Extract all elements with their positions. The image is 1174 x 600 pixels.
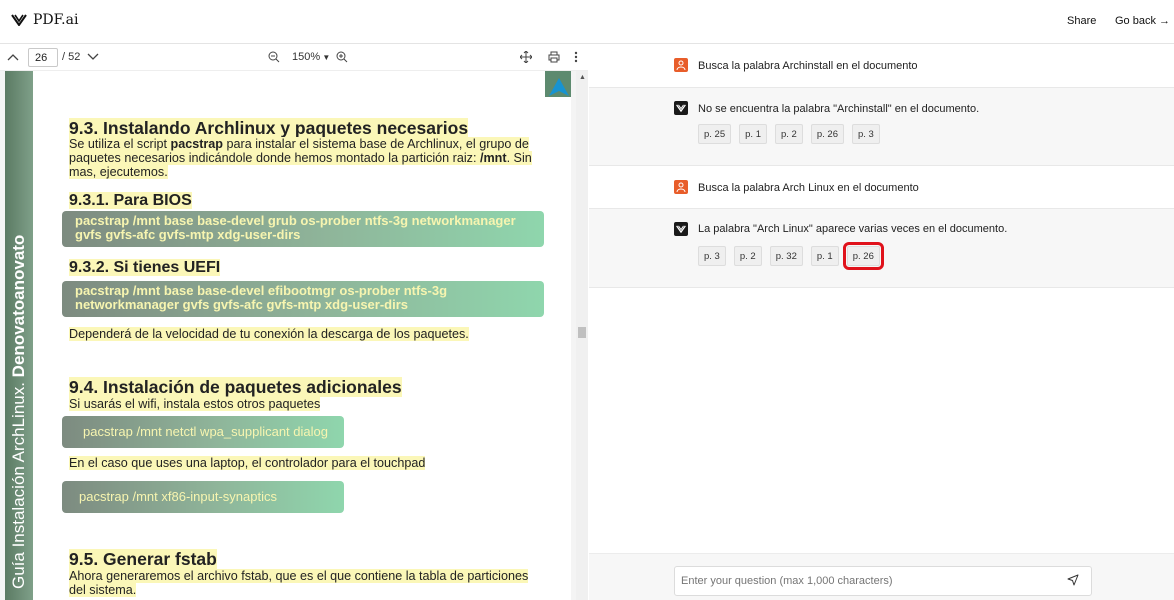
chat-message-ai-2: La palabra "Arch Linux" aparece varias v…: [589, 209, 1174, 288]
chevron-up-icon: [7, 54, 19, 61]
chat-message-user-1: Busca la palabra Archinstall en el docum…: [589, 44, 1174, 88]
pdfai-logo-icon: [11, 14, 27, 26]
paragraph-speed-text: Dependerá de la velocidad de tu conexión…: [69, 327, 469, 341]
page-reference-pill[interactable]: p. 1: [810, 246, 839, 266]
heading-9-3-1-text: 9.3.1. Para BIOS: [69, 192, 192, 209]
logo[interactable]: PDF.ai: [11, 12, 78, 28]
print-icon: [548, 51, 560, 63]
paragraph-fstab: Ahora generaremos el archivo fstab, que …: [69, 569, 537, 597]
paragraph-laptop-text: En el caso que uses una laptop, el contr…: [69, 456, 426, 470]
next-page-button[interactable]: [85, 49, 101, 65]
code-block-wifi: pacstrap /mnt netctl wpa_supplicant dial…: [62, 416, 344, 448]
page-reference-pill[interactable]: p. 26: [810, 124, 844, 144]
message-text: Busca la palabra Archinstall en el docum…: [698, 60, 918, 72]
ai-avatar: [674, 101, 688, 115]
ai-avatar: [674, 222, 688, 236]
print-button[interactable]: [546, 49, 562, 65]
paragraph-9-3-text: Se utiliza el script pacstrap para insta…: [69, 137, 532, 179]
scroll-thumb[interactable]: [578, 327, 586, 338]
paragraph-9-3: Se utiliza el script pacstrap para insta…: [69, 137, 537, 179]
paragraph-wifi: Si usarás el wifi, instala estos otros p…: [69, 397, 539, 411]
pdfai-logo-icon: [676, 104, 686, 112]
message-text: La palabra "Arch Linux" aparece varias v…: [698, 223, 1008, 235]
code-block-touchpad: pacstrap /mnt xf86-input-synaptics: [62, 481, 344, 513]
pdf-page: Guía Instalación ArchLinux. Denovatoanov…: [5, 71, 571, 600]
side-text-regular: Guía Instalación ArchLinux.: [9, 377, 28, 589]
zoom-out-icon: [268, 51, 280, 63]
zoom-in-button[interactable]: [334, 49, 350, 65]
more-options-button[interactable]: [568, 49, 584, 65]
page-reference-pill[interactable]: p. 2: [733, 246, 762, 266]
share-button[interactable]: Share: [1067, 15, 1096, 27]
p93-a: Se utiliza el script: [69, 137, 171, 151]
heading-9-3: 9.3. Instalando Archlinux y paquetes nec…: [69, 118, 469, 139]
move-icon: [520, 51, 532, 63]
page-reference-pill[interactable]: p. 3: [852, 124, 880, 144]
scroll-up-icon[interactable]: ▲: [579, 74, 586, 81]
heading-9-3-1: 9.3.1. Para BIOS: [69, 192, 192, 210]
paragraph-laptop: En el caso que uses una laptop, el contr…: [69, 456, 539, 470]
page-references: p. 25 p. 1 p. 2 p. 26 p. 3: [698, 124, 880, 144]
heading-9-4: 9.4. Instalación de paquetes adicionales: [69, 377, 402, 398]
paragraph-speed: Dependerá de la velocidad de tu conexión…: [69, 327, 539, 341]
page-reference-pill[interactable]: p. 25: [698, 124, 732, 144]
code-block-uefi: pacstrap /mnt base base-devel efibootmgr…: [62, 281, 544, 317]
heading-9-3-text: 9.3. Instalando Archlinux y paquetes nec…: [69, 118, 469, 138]
zoom-value: 150%: [292, 51, 321, 63]
heading-9-3-2-text: 9.3.2. Si tienes UEFI: [69, 259, 221, 276]
side-text-wrap: Guía Instalación ArchLinux. Denovatoanov…: [7, 74, 31, 594]
side-text: Guía Instalación ArchLinux. Denovatoanov…: [9, 71, 29, 589]
pan-tool-button[interactable]: [518, 49, 534, 65]
send-button[interactable]: [1067, 573, 1079, 591]
zoom-out-button[interactable]: [266, 49, 282, 65]
more-vertical-icon: [574, 51, 578, 63]
pdf-viewer: / 52 150% ▼ Guía Instalación ArchLinux. …: [0, 44, 588, 600]
pdfai-logo-icon: [676, 225, 686, 233]
logo-text: PDF.ai: [33, 12, 79, 28]
arch-linux-icon: [548, 78, 569, 96]
page-reference-pill-highlighted[interactable]: p. 26: [842, 242, 884, 270]
heading-9-5: 9.5. Generar fstab: [69, 549, 217, 570]
arch-logo: [545, 71, 571, 97]
paragraph-wifi-text: Si usarás el wifi, instala estos otros p…: [69, 397, 321, 411]
viewer-toolbar: / 52 150% ▼: [0, 44, 588, 71]
chevron-down-icon: [87, 53, 99, 60]
message-text: Busca la palabra Arch Linux en el docume…: [698, 182, 919, 194]
caret-down-icon: ▼: [320, 53, 331, 62]
page-reference-pill[interactable]: p. 3: [698, 246, 726, 266]
zoom-in-icon: [336, 51, 348, 63]
previous-page-button[interactable]: [5, 49, 21, 65]
chat-message-ai-1: No se encuentra la palabra "Archinstall"…: [589, 88, 1174, 166]
chat-composer: [589, 553, 1174, 600]
message-text: No se encuentra la palabra "Archinstall"…: [698, 103, 980, 115]
user-icon: [676, 60, 686, 70]
send-icon: [1067, 574, 1079, 586]
user-icon: [676, 182, 686, 192]
page-number-input[interactable]: [28, 48, 58, 67]
p93-d: /mnt: [479, 151, 507, 165]
page-reference-pill[interactable]: p. 32: [769, 246, 803, 266]
user-avatar: [674, 58, 688, 72]
go-back-button[interactable]: Go back →: [1115, 15, 1170, 27]
user-avatar: [674, 180, 688, 194]
chat-panel: Busca la palabra Archinstall en el docum…: [589, 44, 1174, 600]
chat-message-user-2: Busca la palabra Arch Linux en el docume…: [589, 166, 1174, 209]
page-references: p. 3 p. 2 p. 32 p. 1 p. 26: [698, 242, 884, 270]
page-reference-pill[interactable]: p. 2: [775, 124, 803, 144]
p93-b: pacstrap: [170, 137, 224, 151]
heading-9-4-text: 9.4. Instalación de paquetes adicionales: [69, 377, 402, 397]
page-total: / 52: [62, 51, 81, 63]
page-reference-pill[interactable]: p. 1: [739, 124, 767, 144]
heading-9-5-text: 9.5. Generar fstab: [69, 549, 217, 569]
page-side-band: Guía Instalación ArchLinux. Denovatoanov…: [5, 71, 33, 600]
zoom-select[interactable]: 150% ▼: [292, 51, 330, 63]
viewer-scrollbar[interactable]: ▲: [576, 71, 588, 600]
top-bar: PDF.ai Share Go back →: [0, 0, 1174, 44]
code-block-bios: pacstrap /mnt base base-devel grub os-pr…: [62, 211, 544, 247]
heading-9-3-2: 9.3.2. Si tienes UEFI: [69, 259, 221, 277]
side-text-bold: Denovatoanovato: [9, 234, 28, 378]
paragraph-fstab-text: Ahora generaremos el archivo fstab, que …: [69, 569, 529, 597]
question-input[interactable]: [674, 566, 1092, 596]
